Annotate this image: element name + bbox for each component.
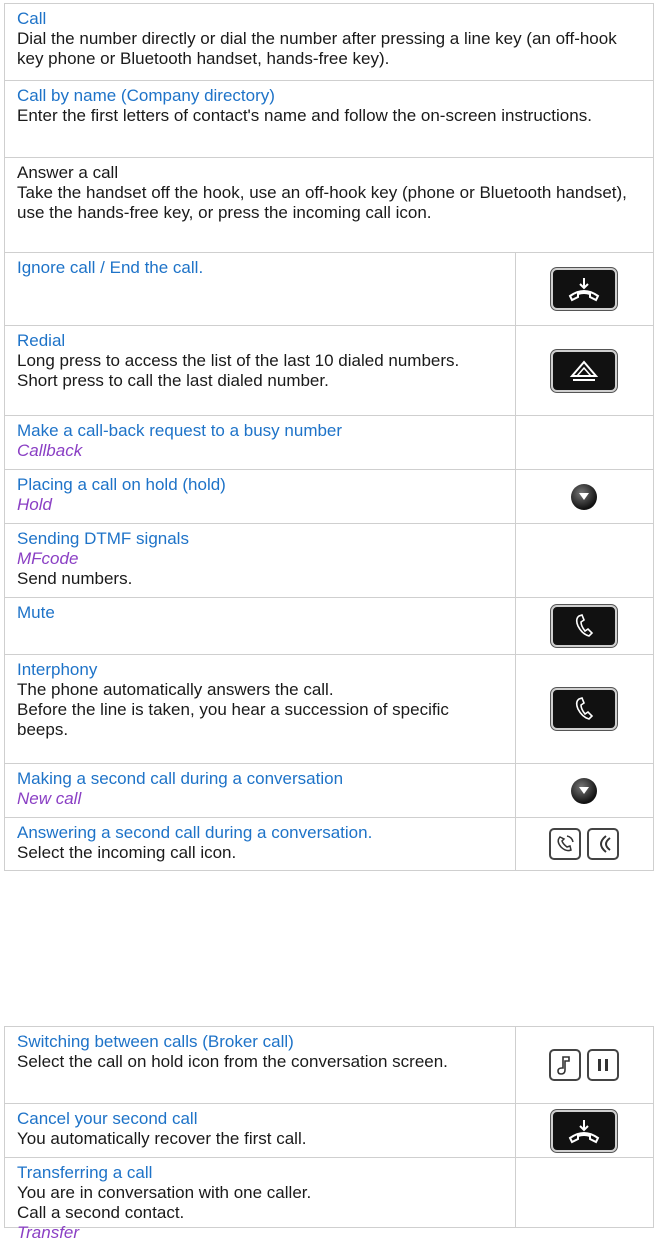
- row-title: Answer a call: [17, 163, 119, 182]
- row-description: Call a second contact.: [17, 1203, 185, 1222]
- row-title: Switching between calls (Broker call): [17, 1032, 294, 1051]
- incoming-call-icon: [548, 828, 581, 860]
- call-features-table-1: Call Dial the number directly or dial th…: [4, 3, 654, 871]
- row-keyword: New call: [17, 789, 82, 808]
- row-keyword: Callback: [17, 441, 83, 460]
- row-keyword: Transfer: [17, 1223, 80, 1242]
- row-title: Making a second call during a conversati…: [17, 769, 344, 788]
- row-title: Placing a call on hold (hold): [17, 475, 226, 494]
- row-description: Select the incoming call icon.: [17, 843, 237, 862]
- row-description: You automatically recover the first call…: [17, 1129, 307, 1148]
- row-ignore-call: Ignore call / End the call.: [5, 252, 653, 325]
- row-second-call: Making a second call during a conversati…: [5, 763, 653, 817]
- row-answer-second-call: Answering a second call during a convers…: [5, 817, 653, 870]
- row-description: Enter the first letters of contact's nam…: [17, 106, 592, 125]
- row-description: Dial the number directly or dial the num…: [17, 29, 617, 68]
- row-description: Short press to call the last dialed numb…: [17, 371, 329, 390]
- row-title: Sending DTMF signals: [17, 529, 189, 548]
- row-keyword: MFcode: [17, 549, 79, 568]
- hang-up-icon: [550, 268, 617, 310]
- call-features-table-2: Switching between calls (Broker call) Se…: [4, 1026, 654, 1242]
- row-callback: Make a call-back request to a busy numbe…: [5, 415, 653, 469]
- row-description: Take the handset off the hook, use an of…: [17, 183, 627, 222]
- row-transfer: Transferring a call You are in conversat…: [5, 1157, 653, 1242]
- row-hold: Placing a call on hold (hold) Hold: [5, 469, 653, 523]
- hang-up-icon: [550, 1109, 617, 1152]
- row-title: Make a call-back request to a busy numbe…: [17, 421, 343, 440]
- navigation-down-icon: [570, 483, 597, 510]
- row-call-by-name: Call by name (Company directory) Enter t…: [5, 80, 653, 157]
- row-mute: Mute: [5, 597, 653, 654]
- row-cancel-second-call: Cancel your second call You automaticall…: [5, 1103, 653, 1157]
- row-title: Call: [17, 9, 47, 28]
- mute-icon: [550, 605, 617, 647]
- row-description: Send numbers.: [17, 569, 133, 588]
- row-title: Mute: [17, 603, 55, 622]
- call-on-hold-icon: [548, 1049, 581, 1081]
- row-keyword: Hold: [17, 495, 52, 514]
- interphony-icon: [550, 688, 617, 730]
- row-description: Select the call on hold icon from the co…: [17, 1052, 448, 1071]
- row-title: Cancel your second call: [17, 1109, 198, 1128]
- row-title: Transferring a call: [17, 1163, 153, 1182]
- row-interphony: Interphony The phone automatically answe…: [5, 654, 653, 763]
- row-description: You are in conversation with one caller.: [17, 1183, 312, 1202]
- row-title: Call by name (Company directory): [17, 86, 275, 105]
- row-description: The phone automatically answers the call…: [17, 680, 334, 699]
- redial-icon: [550, 349, 617, 392]
- row-title: Ignore call / End the call.: [17, 258, 204, 277]
- row-call: Call Dial the number directly or dial th…: [5, 4, 653, 80]
- row-answer-call: Answer a call Take the handset off the h…: [5, 157, 653, 252]
- row-description: Long press to access the list of the las…: [17, 351, 460, 370]
- pause-icon: [586, 1049, 619, 1081]
- row-title: Redial: [17, 331, 66, 350]
- incoming-call-ring-icon: [586, 828, 619, 860]
- row-dtmf: Sending DTMF signals MFcode Send numbers…: [5, 523, 653, 597]
- row-broker-call: Switching between calls (Broker call) Se…: [5, 1027, 653, 1103]
- navigation-down-icon: [570, 777, 597, 804]
- row-description: Before the line is taken, you hear a suc…: [17, 700, 449, 739]
- row-title: Answering a second call during a convers…: [17, 823, 373, 842]
- row-title: Interphony: [17, 660, 98, 679]
- row-redial: Redial Long press to access the list of …: [5, 325, 653, 415]
